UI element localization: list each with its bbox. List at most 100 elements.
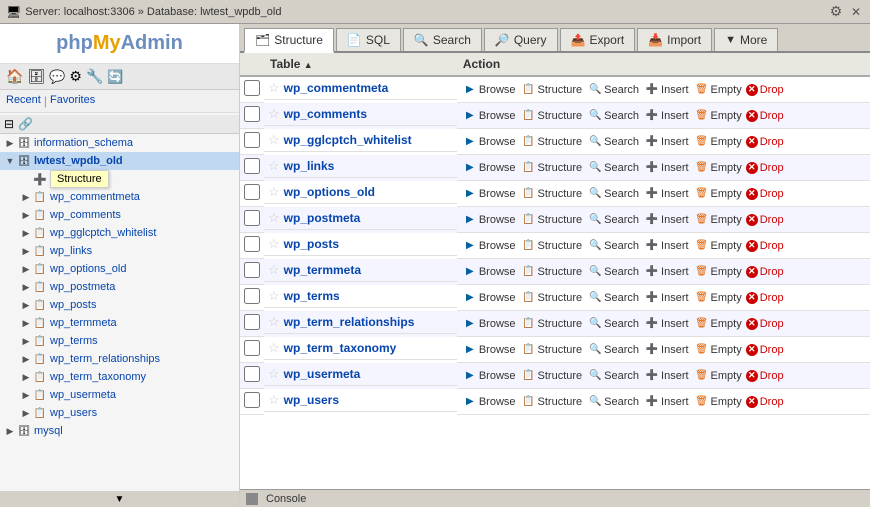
table-name-link[interactable]: wp_commentmeta — [284, 81, 389, 95]
search-button[interactable]: 🔍 Search — [586, 394, 641, 410]
mysql-label[interactable]: mysql — [34, 425, 63, 437]
wp-term-taxonomy-label[interactable]: wp_term_taxonomy — [50, 371, 146, 383]
empty-button[interactable]: 🗑 Empty — [693, 238, 744, 254]
row-checkbox[interactable] — [244, 392, 260, 408]
expand-wp-usermeta[interactable]: ▶ — [20, 389, 32, 401]
table-name-link[interactable]: wp_posts — [284, 237, 339, 251]
expand-wp-termmeta[interactable]: ▶ — [20, 317, 32, 329]
wp-commentmeta-label[interactable]: wp_commentmeta — [50, 191, 140, 203]
lwtest-wpdb-old-label[interactable]: lwtest_wpdb_old — [34, 155, 123, 167]
drop-button[interactable]: ✕ Drop — [746, 370, 784, 382]
drop-button[interactable]: ✕ Drop — [746, 344, 784, 356]
favorite-star-icon[interactable]: ☆ — [268, 132, 280, 148]
row-checkbox[interactable] — [244, 262, 260, 278]
tree-item-wp-posts[interactable]: ▶ 📋 wp_posts — [0, 296, 239, 314]
tab-search[interactable]: 🔍 Search — [403, 28, 482, 51]
expand-wp-commentmeta[interactable]: ▶ — [20, 191, 32, 203]
row-checkbox[interactable] — [244, 314, 260, 330]
expand-wp-users[interactable]: ▶ — [20, 407, 32, 419]
favorite-star-icon[interactable]: ☆ — [268, 392, 280, 408]
insert-button[interactable]: ➕ Insert — [643, 368, 691, 384]
link-icon[interactable]: 🔗 — [18, 117, 33, 131]
search-button[interactable]: 🔍 Search — [586, 82, 641, 98]
expand-wp-gglcptch[interactable]: ▶ — [20, 227, 32, 239]
wp-postmeta-label[interactable]: wp_postmeta — [50, 281, 115, 293]
table-name-link[interactable]: wp_termmeta — [284, 263, 361, 277]
drop-button[interactable]: ✕ Drop — [746, 84, 784, 96]
row-checkbox[interactable] — [244, 340, 260, 356]
console-bar[interactable]: Console — [240, 489, 870, 507]
database-icon[interactable]: 🗄 — [27, 68, 45, 85]
browse-button[interactable]: ▶ Browse — [461, 394, 518, 410]
tree-item-wp-commentmeta[interactable]: ▶ 📋 wp_commentmeta — [0, 188, 239, 206]
search-button[interactable]: 🔍 Search — [586, 368, 641, 384]
browse-button[interactable]: ▶ Browse — [461, 82, 518, 98]
table-name-link[interactable]: wp_terms — [284, 289, 340, 303]
browse-button[interactable]: ▶ Browse — [461, 160, 518, 176]
browse-button[interactable]: ▶ Browse — [461, 290, 518, 306]
tree-item-wp-users[interactable]: ▶ 📋 wp_users — [0, 404, 239, 422]
drop-button[interactable]: ✕ Drop — [746, 188, 784, 200]
tree-item-wp-term-relationships[interactable]: ▶ 📋 wp_term_relationships — [0, 350, 239, 368]
tree-item-wp-termmeta[interactable]: ▶ 📋 wp_termmeta — [0, 314, 239, 332]
insert-button[interactable]: ➕ Insert — [643, 212, 691, 228]
gear-button[interactable]: ⚙ — [828, 4, 844, 20]
structure-button[interactable]: 📋 Structure — [520, 290, 585, 306]
tree-item-wp-options-old[interactable]: ▶ 📋 wp_options_old — [0, 260, 239, 278]
favorite-star-icon[interactable]: ☆ — [268, 288, 280, 304]
insert-button[interactable]: ➕ Insert — [643, 394, 691, 410]
structure-button[interactable]: 📋 Structure — [520, 212, 585, 228]
table-name-header[interactable]: Table ▲ — [264, 53, 457, 76]
table-name-link[interactable]: wp_usermeta — [284, 367, 361, 381]
expand-mysql[interactable]: ▶ — [4, 425, 16, 437]
empty-button[interactable]: 🗑 Empty — [693, 160, 744, 176]
insert-button[interactable]: ➕ Insert — [643, 264, 691, 280]
insert-button[interactable]: ➕ Insert — [643, 342, 691, 358]
wp-posts-label[interactable]: wp_posts — [50, 299, 96, 311]
expand-wp-comments[interactable]: ▶ — [20, 209, 32, 221]
wp-users-label[interactable]: wp_users — [50, 407, 97, 419]
tree-item-wp-gglcptch-whitelist[interactable]: ▶ 📋 wp_gglcptch_whitelist — [0, 224, 239, 242]
tree-item-wp-term-taxonomy[interactable]: ▶ 📋 wp_term_taxonomy — [0, 368, 239, 386]
expand-lwtest[interactable]: ▼ — [4, 155, 16, 167]
drop-button[interactable]: ✕ Drop — [746, 292, 784, 304]
favorite-star-icon[interactable]: ☆ — [268, 80, 280, 96]
expand-information-schema[interactable]: ▶ — [4, 137, 16, 149]
tab-structure[interactable]: 🗂 Structure — [244, 28, 334, 53]
drop-button[interactable]: ✕ Drop — [746, 240, 784, 252]
structure-button[interactable]: 📋 Structure — [520, 342, 585, 358]
collapse-icon[interactable]: ⊟ — [4, 117, 14, 131]
browse-button[interactable]: ▶ Browse — [461, 316, 518, 332]
table-name-link[interactable]: wp_users — [284, 393, 339, 407]
insert-button[interactable]: ➕ Insert — [643, 160, 691, 176]
row-checkbox[interactable] — [244, 236, 260, 252]
favorite-star-icon[interactable]: ☆ — [268, 366, 280, 382]
search-button[interactable]: 🔍 Search — [586, 342, 641, 358]
row-checkbox[interactable] — [244, 288, 260, 304]
search-button[interactable]: 🔍 Search — [586, 212, 641, 228]
information-schema-label[interactable]: information_schema — [34, 137, 133, 149]
structure-button[interactable]: 📋 Structure — [520, 264, 585, 280]
row-checkbox[interactable] — [244, 80, 260, 96]
browse-button[interactable]: ▶ Browse — [461, 108, 518, 124]
empty-button[interactable]: 🗑 Empty — [693, 290, 744, 306]
tree-item-mysql[interactable]: ▶ 🗄 mysql — [0, 422, 239, 440]
drop-button[interactable]: ✕ Drop — [746, 214, 784, 226]
tab-import[interactable]: 📥 Import — [637, 28, 712, 51]
expand-wp-postmeta[interactable]: ▶ — [20, 281, 32, 293]
table-name-link[interactable]: wp_postmeta — [284, 211, 361, 225]
structure-button[interactable]: 📋 Structure — [520, 82, 585, 98]
home-icon[interactable]: 🏠 — [6, 68, 23, 85]
empty-button[interactable]: 🗑 Empty — [693, 368, 744, 384]
favorite-star-icon[interactable]: ☆ — [268, 262, 280, 278]
search-button[interactable]: 🔍 Search — [586, 186, 641, 202]
drop-button[interactable]: ✕ Drop — [746, 396, 784, 408]
tree-item-information-schema[interactable]: ▶ 🗄 information_schema — [0, 134, 239, 152]
tab-sql[interactable]: 📄 SQL — [336, 28, 401, 51]
search-button[interactable]: 🔍 Search — [586, 108, 641, 124]
tree-item-wp-postmeta[interactable]: ▶ 📋 wp_postmeta — [0, 278, 239, 296]
expand-wp-links[interactable]: ▶ — [20, 245, 32, 257]
insert-button[interactable]: ➕ Insert — [643, 186, 691, 202]
empty-button[interactable]: 🗑 Empty — [693, 264, 744, 280]
empty-button[interactable]: 🗑 Empty — [693, 82, 744, 98]
